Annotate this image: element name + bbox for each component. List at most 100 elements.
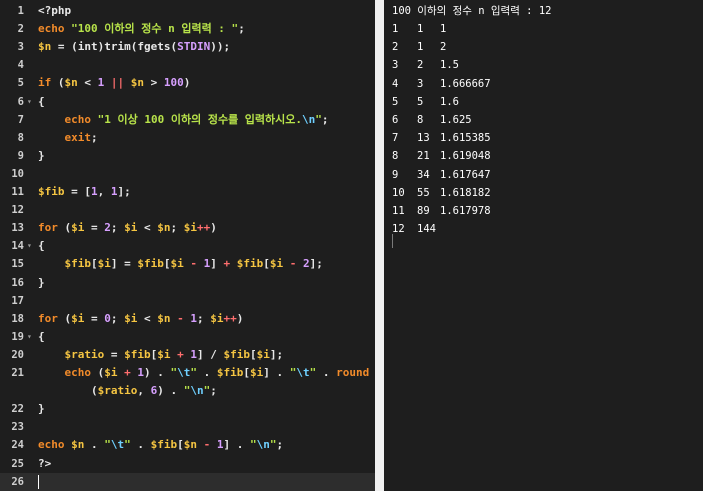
- code-token: .: [197, 366, 217, 379]
- code-line[interactable]: 18 for ($i = 0; $i < $n - 1; $i++): [0, 310, 375, 328]
- line-number: 6: [17, 95, 24, 108]
- code-token: $ratio: [97, 384, 138, 398]
- output-ratio: 1.618182: [440, 186, 491, 199]
- fold-chevron-icon[interactable]: ▾: [27, 93, 35, 111]
- code-line[interactable]: 3 $n = (int)trim(fgets(STDIN));: [0, 38, 375, 56]
- code-line[interactable]: 12: [0, 201, 375, 219]
- code-line[interactable]: 13 for ($i = 2; $i < $n; $i++): [0, 219, 375, 237]
- output-index: 11: [392, 205, 405, 217]
- code-token: for: [38, 311, 58, 325]
- code-token: = [: [64, 185, 91, 198]
- code-line[interactable]: 15 $fib[$i] = $fib[$i - 1] + $fib[$i - 2…: [0, 255, 375, 273]
- code-line[interactable]: 24 echo $n . "\t" . $fib[$n - 1] . "\n";: [0, 436, 375, 454]
- code-token: ;: [197, 311, 211, 325]
- fold-chevron-icon[interactable]: ▾: [27, 328, 35, 346]
- code-line[interactable]: 17: [0, 292, 375, 310]
- code-line[interactable]: 1 <?php: [0, 2, 375, 20]
- code-token: <: [137, 221, 158, 235]
- code-line[interactable]: 20 $ratio = $fib[$i + 1] / $fib[$i];: [0, 346, 375, 364]
- code-token: ": [269, 438, 277, 452]
- output-ratio: 1.625: [440, 114, 472, 126]
- code-line[interactable]: 10: [0, 165, 375, 183]
- code-token: .: [84, 438, 105, 452]
- code-token: $n: [157, 221, 171, 235]
- code-token: \t: [110, 438, 125, 452]
- code-line[interactable]: 26: [0, 472, 375, 491]
- fold-chevron-icon[interactable]: ▾: [27, 237, 35, 255]
- output-fib: 5: [417, 95, 424, 108]
- console-prompt: 100 이하의 정수 n 입력력 : 12: [392, 5, 552, 17]
- code-line[interactable]: 6 ▾{: [0, 93, 375, 111]
- code-token: $fib: [124, 347, 151, 361]
- output-index: 3: [392, 59, 399, 72]
- code-token: $i: [71, 221, 85, 235]
- code-line[interactable]: 16}: [0, 274, 375, 292]
- code-line[interactable]: 22}: [0, 400, 375, 418]
- output-index: 9: [392, 168, 399, 181]
- line-number: 5: [17, 77, 24, 90]
- code-token: .: [316, 366, 337, 379]
- output-index: 10: [392, 186, 405, 199]
- code-token: ;: [110, 221, 125, 235]
- output-fib: 144: [417, 223, 436, 236]
- code-token: 2: [303, 257, 310, 271]
- code-token: ;: [321, 112, 329, 126]
- code-token: \t: [177, 366, 191, 379]
- code-line[interactable]: 23: [0, 418, 375, 436]
- code-text: $ratio = $fib[$i + 1] / $fib[$i];: [38, 346, 284, 364]
- code-token: fgets: [137, 40, 171, 54]
- code-line[interactable]: 14 ▾{: [0, 237, 375, 255]
- code-token: {: [38, 329, 45, 343]
- code-token: STDIN: [177, 40, 211, 54]
- code-token: <: [137, 311, 158, 325]
- code-line[interactable]: ($ratio, 6) . "\n";: [0, 382, 375, 400]
- code-token: ": [104, 438, 111, 452]
- code-line[interactable]: 5 if ($n < 1 || $n > 100): [0, 74, 375, 92]
- code-token: int: [77, 40, 98, 54]
- output-ratio: 1.617978: [440, 205, 491, 217]
- code-token: $i: [104, 366, 118, 379]
- code-line[interactable]: 19 ▾{: [0, 328, 375, 346]
- code-token: [: [243, 366, 250, 379]
- code-editor[interactable]: 1 <?php 2 echo "100 이하의 정수 n 입력력 : "; 3 $n = …: [0, 0, 375, 491]
- code-line[interactable]: 25 ?>: [0, 455, 375, 473]
- code-line[interactable]: 9}: [0, 147, 375, 165]
- code-token: [: [250, 347, 257, 361]
- code-token: = (: [51, 40, 78, 54]
- line-number: 3: [17, 41, 24, 54]
- code-line[interactable]: 8 exit;: [0, 129, 375, 147]
- output-index: 5: [392, 95, 399, 108]
- code-line[interactable]: 7 echo "1 이상 100 이하의 정수를 입력하시오.\n";: [0, 111, 375, 129]
- code-token: "1 이상 100 이하의 정수를 입력하시오.: [97, 112, 303, 126]
- line-number: 21: [11, 367, 24, 379]
- output-ratio: 1.5: [440, 59, 459, 72]
- code-text: $n = (int)trim(fgets(STDIN));: [38, 38, 230, 56]
- code-line[interactable]: 2 echo "100 이하의 정수 n 입력력 : ";: [0, 20, 375, 38]
- code-token: (: [51, 76, 65, 90]
- output-ratio: 1.617647: [440, 168, 491, 181]
- code-token: $i: [250, 366, 264, 379]
- console-output[interactable]: 100 이하의 정수 n 입력력 : 12 1 1 1 2 1 2 3 2 1.5 4 3 1.666…: [384, 0, 703, 491]
- code-token: (: [38, 384, 98, 398]
- line-number: 8: [17, 131, 24, 144]
- code-token: -: [190, 257, 197, 271]
- pane-divider[interactable]: [375, 0, 384, 491]
- line-number: 7: [17, 113, 24, 126]
- output-row: 4 3 1.666667: [392, 75, 692, 93]
- code-token: =: [84, 311, 105, 325]
- code-token: 0: [104, 311, 111, 325]
- code-line[interactable]: 11 $fib = [1, 1];: [0, 183, 375, 201]
- output-ratio: 1.615385: [440, 132, 491, 145]
- line-number: 22: [11, 403, 24, 416]
- code-line[interactable]: 4: [0, 56, 375, 74]
- code-token: ) .: [144, 366, 171, 379]
- output-ratio: 1: [440, 23, 447, 35]
- code-token: echo: [38, 22, 65, 36]
- code-line[interactable]: 21 echo ($i + 1) . "\t" . $fib[$i] . "\t…: [0, 364, 375, 382]
